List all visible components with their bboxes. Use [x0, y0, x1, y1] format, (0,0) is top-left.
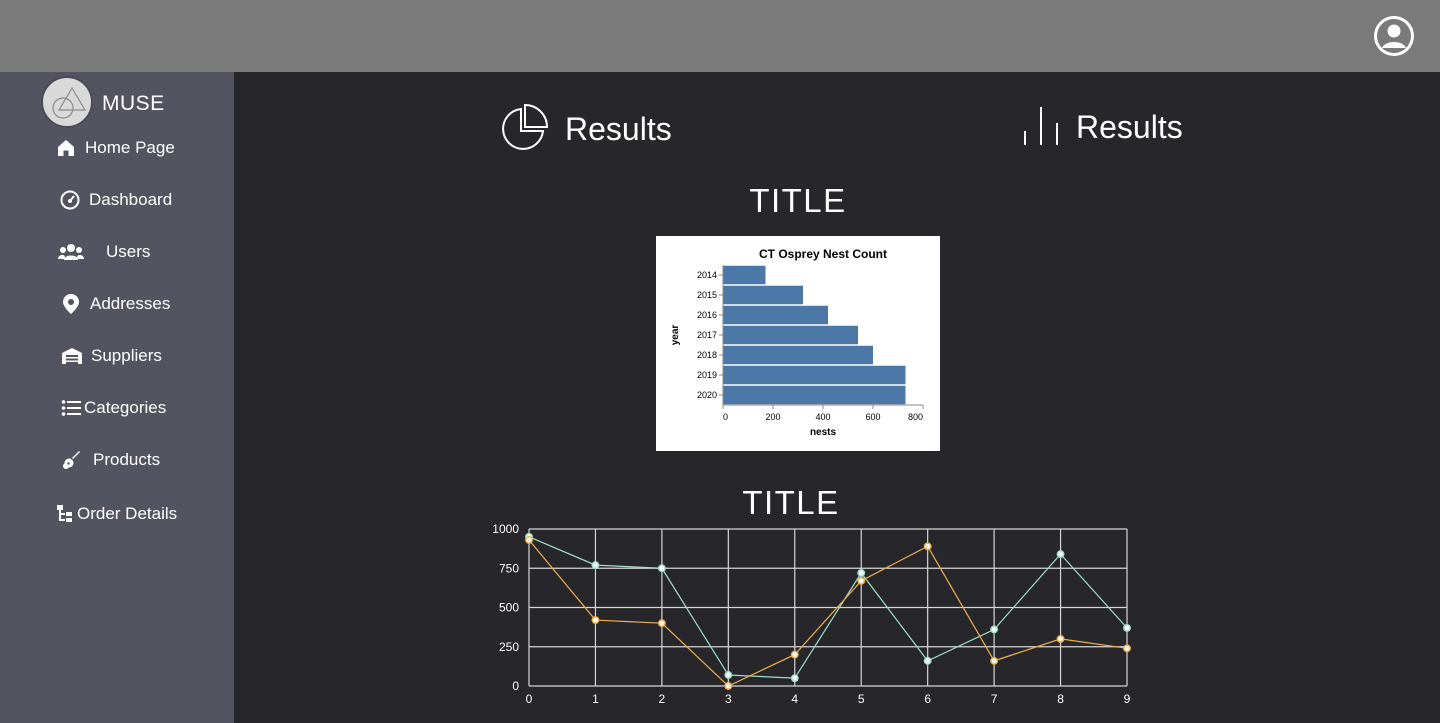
y-tick-label: 0 — [512, 679, 519, 693]
users-icon — [58, 241, 84, 263]
series-0-point — [591, 561, 600, 570]
bar-2018 — [723, 345, 873, 365]
x-tick-label: 8 — [1057, 692, 1064, 706]
line-section-title: TITLE — [742, 484, 840, 521]
sidebar-item-label: Home Page — [85, 138, 175, 157]
series-1-point — [657, 619, 666, 628]
y-tick-label: 2015 — [697, 290, 717, 300]
x-tick-label: 0 — [723, 412, 728, 422]
bar-2015 — [723, 285, 803, 305]
series-0-point — [790, 674, 799, 683]
sidebar-item-addresses[interactable]: Addresses — [60, 288, 170, 320]
bar-chart-y-axis-label: year — [670, 325, 681, 346]
x-tick-label: 4 — [791, 692, 798, 706]
y-tick-label: 2019 — [697, 370, 717, 380]
results-bar-header[interactable]: Results — [1022, 105, 1183, 149]
results-label: Results — [1076, 108, 1183, 145]
x-tick-label: 600 — [865, 412, 880, 422]
x-tick-label: 9 — [1124, 692, 1131, 706]
results-pie-header[interactable]: Results — [497, 103, 672, 155]
sidebar-item-dashboard[interactable]: Dashboard — [59, 184, 172, 216]
series-1-point — [525, 536, 533, 544]
user-profile-icon[interactable] — [1373, 15, 1415, 57]
tree-icon — [55, 503, 77, 525]
y-tick-label: 750 — [499, 561, 519, 575]
y-tick-label: 2020 — [697, 390, 717, 400]
sidebar-item-label: Suppliers — [91, 346, 162, 365]
series-0-point — [1123, 623, 1131, 632]
series-1-point — [724, 682, 733, 690]
series-line-1 — [528, 539, 1128, 687]
top-bar — [0, 0, 1440, 72]
x-tick-label: 400 — [815, 412, 830, 422]
series-1-point — [923, 542, 932, 551]
bar-2014 — [723, 265, 766, 285]
sidebar: MUSE Home Page Dashboard Users Addresses… — [0, 72, 234, 723]
bar-2017 — [723, 325, 858, 345]
series-1-point — [1123, 644, 1131, 653]
sidebar-item-label: Categories — [84, 398, 167, 417]
x-tick-label: 5 — [858, 692, 865, 706]
x-tick-label: 7 — [991, 692, 998, 706]
muse-logo[interactable] — [41, 76, 93, 128]
bar-2020 — [723, 385, 906, 405]
series-0-point — [857, 569, 866, 577]
sidebar-item-users[interactable]: Users — [58, 236, 150, 268]
series-1-point — [990, 656, 999, 665]
sidebar-item-label: Users — [106, 242, 151, 261]
home-icon — [55, 137, 77, 159]
x-tick-label: 800 — [908, 412, 923, 422]
list-icon — [60, 397, 82, 419]
bar-chart-icon — [1024, 107, 1058, 145]
line-chart-container: 0 250 500 750 1000 0 1 2 3 4 5 6 7 8 9 — [484, 518, 1144, 723]
x-tick-label: 6 — [924, 692, 931, 706]
series-0-point — [1056, 550, 1065, 559]
bar-section-title: TITLE — [749, 182, 847, 219]
series-0-point — [657, 564, 666, 573]
series-1-point — [790, 650, 799, 659]
line-chart: 0 250 500 750 1000 0 1 2 3 4 5 6 7 8 9 — [492, 522, 1131, 706]
x-tick-label: 3 — [725, 692, 732, 706]
y-tick-label: 1000 — [492, 522, 519, 536]
sidebar-item-label: Products — [93, 450, 161, 469]
x-tick-label: 2 — [659, 692, 666, 706]
sidebar-item-label: Dashboard — [89, 190, 173, 209]
y-tick-label: 250 — [499, 640, 519, 654]
x-tick-label: 0 — [526, 692, 533, 706]
sidebar-item-categories[interactable]: Categories — [60, 392, 166, 424]
bar-2019 — [723, 365, 906, 385]
sidebar-item-label: Order Details — [77, 504, 178, 523]
sidebar-item-order-details[interactable]: Order Details — [55, 498, 177, 530]
y-tick-label: 500 — [499, 601, 519, 615]
warehouse-icon — [61, 345, 83, 367]
pie-chart-icon — [502, 103, 549, 150]
series-0-point — [923, 656, 932, 665]
series-1-point — [857, 576, 866, 585]
series-0-point — [724, 671, 733, 679]
sidebar-item-products[interactable]: Products — [60, 444, 160, 476]
bar-chart-title: CT Osprey Nest Count — [759, 247, 887, 261]
bar-chart: CT Osprey Nest Count 2014 2015 2016 2017 2018… — [670, 247, 924, 438]
y-tick-label: 2018 — [697, 350, 717, 360]
sidebar-item-home-page[interactable]: Home Page — [55, 132, 175, 164]
brand-name: MUSE — [102, 92, 165, 115]
y-tick-label: 2014 — [697, 270, 717, 280]
sidebar-item-suppliers[interactable]: Suppliers — [61, 340, 162, 372]
guitar-icon — [60, 449, 82, 471]
series-1-point — [591, 616, 600, 625]
speedometer-icon — [59, 189, 81, 211]
sidebar-item-label: Addresses — [90, 294, 171, 313]
main-content: Results Results TITLE CT Osprey Nest Cou… — [234, 72, 1440, 723]
series-0-point — [990, 625, 999, 634]
bar-chart-x-axis-label: nests — [810, 427, 837, 438]
x-tick-label: 1 — [592, 692, 599, 706]
results-label: Results — [565, 110, 672, 147]
map-pin-icon — [60, 293, 82, 315]
bar-2016 — [723, 305, 828, 325]
series-1-point — [1056, 634, 1065, 643]
y-tick-label: 2017 — [697, 330, 717, 340]
bar-chart-card: CT Osprey Nest Count 2014 2015 2016 2017 2018… — [656, 236, 940, 451]
y-tick-label: 2016 — [697, 310, 717, 320]
x-tick-label: 200 — [765, 412, 780, 422]
